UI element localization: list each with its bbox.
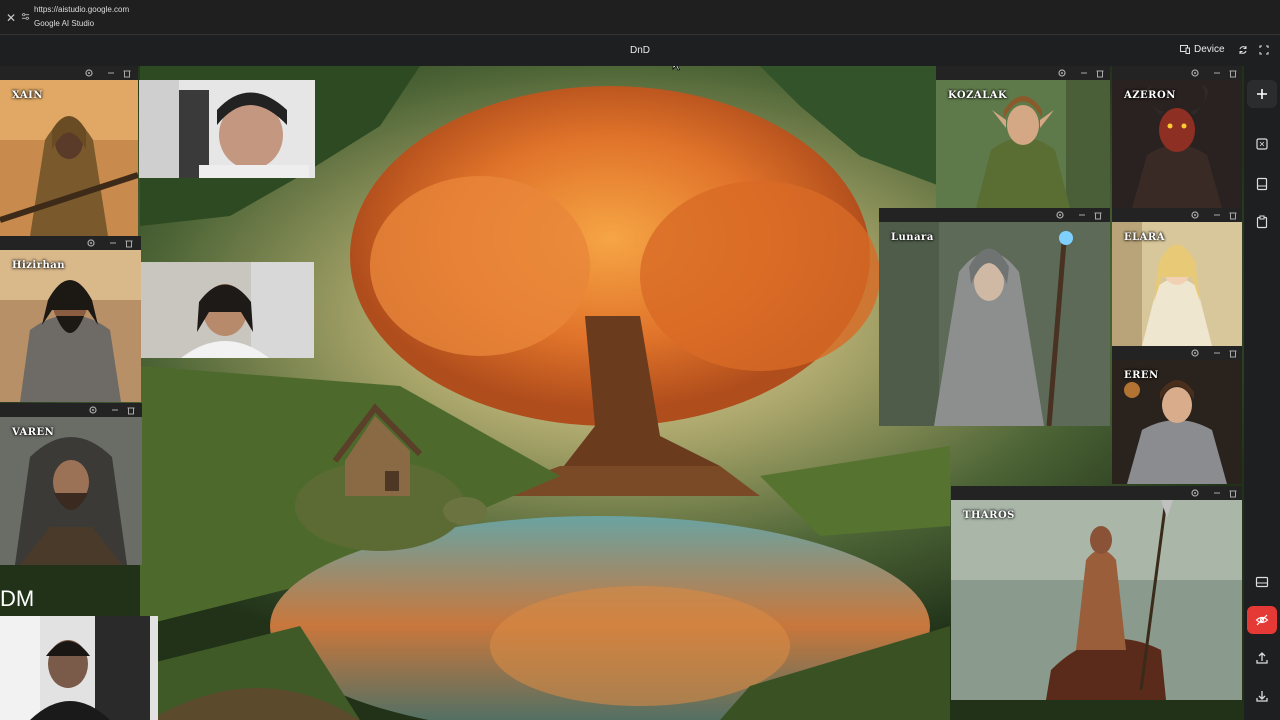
crop-button[interactable]	[1247, 130, 1277, 158]
character-name: ELARA	[1124, 232, 1165, 243]
gear-icon[interactable]	[1190, 68, 1200, 78]
character-name: Lunara	[891, 232, 934, 243]
minimize-icon[interactable]	[1079, 68, 1089, 78]
card-toolbar	[1112, 208, 1242, 222]
character-card-azeron[interactable]: AZERON	[1112, 66, 1242, 208]
clipboard-icon	[1256, 215, 1268, 229]
app-header: DnD Device	[0, 35, 1280, 66]
app-title: DnD	[629, 45, 650, 56]
character-card-hizirhan[interactable]: Hizirhan	[0, 236, 141, 402]
card-toolbar	[936, 66, 1110, 80]
minimize-icon[interactable]	[1212, 348, 1222, 358]
character-name: EREN	[1124, 370, 1159, 381]
character-card-eren[interactable]: EREN	[1112, 346, 1242, 484]
download-button[interactable]	[1247, 682, 1277, 710]
site-settings-icon[interactable]	[21, 12, 30, 21]
character-card-lunara[interactable]: Lunara	[879, 208, 1110, 426]
card-toolbar	[0, 66, 138, 80]
clipboard-button[interactable]	[1247, 208, 1277, 236]
card-toolbar	[0, 403, 142, 417]
webcam-feed-player1	[139, 80, 315, 178]
character-card-xain[interactable]: XAIN	[0, 66, 138, 236]
dm-label: DM	[0, 586, 35, 611]
upload-icon	[1256, 652, 1268, 664]
character-name: XAIN	[12, 90, 43, 101]
minimize-icon[interactable]	[1212, 68, 1222, 78]
character-card-elara[interactable]: ELARA	[1112, 208, 1242, 346]
portrait-lunara	[879, 222, 1110, 426]
download-icon	[1256, 691, 1268, 702]
close-icon[interactable]: ✕	[6, 11, 16, 25]
character-name: THAROS	[963, 510, 1015, 521]
minimize-icon[interactable]	[108, 238, 118, 248]
trash-icon[interactable]	[1228, 488, 1238, 498]
card-toolbar	[951, 486, 1242, 500]
character-name: VAREN	[12, 427, 55, 438]
trash-icon[interactable]	[1093, 210, 1103, 220]
portrait-tharos	[951, 500, 1242, 700]
crop-icon	[1256, 138, 1268, 150]
portrait-varen	[0, 417, 142, 565]
minimize-icon[interactable]	[1212, 210, 1222, 220]
trash-icon[interactable]	[122, 68, 132, 78]
gear-icon[interactable]	[1190, 348, 1200, 358]
trash-icon[interactable]	[124, 238, 134, 248]
game-stage[interactable]: XAIN Hizirhan VAREN DM KOZALAK AZERON Lu…	[0, 66, 1244, 720]
right-toolbar	[1244, 66, 1280, 720]
trash-icon[interactable]	[1228, 210, 1238, 220]
plus-icon	[1257, 89, 1267, 99]
character-name: KOZALAK	[948, 90, 1008, 101]
browser-bar: ✕ https://aistudio.google.com Google AI …	[0, 0, 1280, 35]
hide-button[interactable]	[1247, 606, 1277, 634]
character-name: AZERON	[1124, 90, 1176, 101]
character-card-tharos[interactable]: THAROS	[951, 486, 1242, 700]
gear-icon[interactable]	[1057, 68, 1067, 78]
refresh-icon[interactable]	[1238, 45, 1248, 55]
fullscreen-icon[interactable]	[1259, 45, 1269, 55]
gear-icon[interactable]	[1055, 210, 1065, 220]
character-card-kozalak[interactable]: KOZALAK	[936, 66, 1110, 208]
portrait-hizirhan	[0, 250, 141, 402]
trash-icon[interactable]	[1228, 68, 1238, 78]
upload-button[interactable]	[1247, 644, 1277, 672]
minimize-icon[interactable]	[106, 68, 116, 78]
gear-icon[interactable]	[1190, 488, 1200, 498]
webcam-feed-dm	[0, 616, 158, 720]
trash-icon[interactable]	[1095, 68, 1105, 78]
portrait-xain	[0, 80, 138, 236]
minimize-icon[interactable]	[110, 405, 120, 415]
device-icon	[1180, 45, 1190, 54]
trash-icon[interactable]	[126, 405, 136, 415]
card-toolbar	[0, 236, 141, 250]
site-name: Google AI Studio	[34, 19, 95, 28]
card-toolbar	[1112, 66, 1242, 80]
bottom-panel-button[interactable]	[1247, 568, 1277, 596]
character-card-varen[interactable]: VAREN	[0, 403, 142, 565]
minimize-icon[interactable]	[1077, 210, 1087, 220]
card-toolbar	[879, 208, 1110, 222]
eye-off-icon	[1255, 614, 1269, 626]
trash-icon[interactable]	[1228, 348, 1238, 358]
webcam-feed-player2	[141, 262, 314, 358]
gear-icon[interactable]	[84, 68, 94, 78]
gear-icon[interactable]	[86, 238, 96, 248]
device-label: Device	[1194, 44, 1225, 55]
gear-icon[interactable]	[1190, 210, 1200, 220]
mouse-cursor-icon	[672, 66, 681, 71]
card-toolbar	[1112, 346, 1242, 360]
minimize-icon[interactable]	[1212, 488, 1222, 498]
device-button[interactable]: Device	[1180, 44, 1225, 55]
character-name: Hizirhan	[12, 260, 66, 271]
add-button[interactable]	[1247, 80, 1277, 108]
panel-icon	[1256, 177, 1268, 191]
panel-bottom-icon	[1255, 576, 1269, 588]
url-text[interactable]: https://aistudio.google.com	[34, 5, 129, 14]
panel-button[interactable]	[1247, 170, 1277, 198]
gear-icon[interactable]	[88, 405, 98, 415]
